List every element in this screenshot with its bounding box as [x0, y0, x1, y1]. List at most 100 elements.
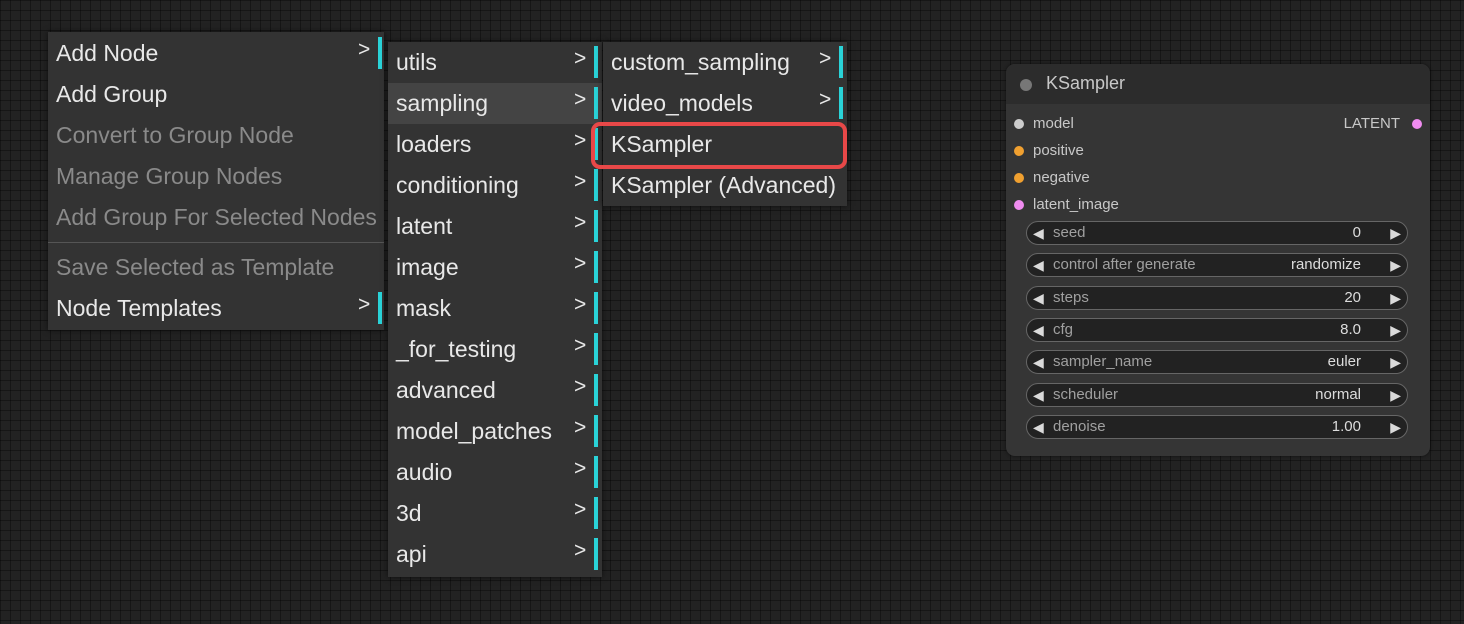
increment-arrow-icon[interactable]: ▶ — [1390, 384, 1401, 406]
widget-value[interactable]: 20 — [1344, 287, 1361, 309]
widget-sampler-name[interactable]: ◀ sampler_name euler ▶ — [1026, 350, 1408, 375]
menu-item-manage-group-nodes: Manage Group Nodes — [48, 156, 384, 197]
menu-item-label: video_models — [611, 90, 753, 116]
menu-item-model-patches[interactable]: model_patches > — [388, 411, 602, 452]
menu-item--for-testing[interactable]: _for_testing > — [388, 329, 602, 370]
submenu-indicator — [594, 497, 598, 529]
menu-separator — [48, 242, 384, 243]
menu-item-latent[interactable]: latent > — [388, 206, 602, 247]
menu-item-label: utils — [396, 49, 437, 75]
slot-label: positive — [1033, 142, 1084, 159]
decrement-arrow-icon[interactable]: ◀ — [1033, 319, 1044, 341]
increment-arrow-icon[interactable]: ▶ — [1390, 319, 1401, 341]
input-slot-latent-image[interactable]: latent_image — [1014, 194, 1119, 216]
submenu-indicator — [594, 210, 598, 242]
submenu-arrow-icon: > — [574, 539, 587, 562]
menu-item-label: latent — [396, 213, 453, 239]
menu-item-label: Add Group For Selected Nodes — [56, 204, 377, 230]
input-slot-negative[interactable]: negative — [1014, 167, 1090, 189]
decrement-arrow-icon[interactable]: ◀ — [1033, 287, 1044, 309]
menu-item-mask[interactable]: mask > — [388, 288, 602, 329]
widget-seed[interactable]: ◀ seed 0 ▶ — [1026, 221, 1408, 245]
menu-item-conditioning[interactable]: conditioning > — [388, 165, 602, 206]
slot-dot-icon[interactable] — [1412, 119, 1422, 129]
submenu-indicator — [594, 538, 598, 570]
menu-item-utils[interactable]: utils > — [388, 42, 602, 83]
menu-item-convert-to-group-node: Convert to Group Node — [48, 115, 384, 156]
slot-dot-icon[interactable] — [1014, 200, 1024, 210]
widget-name: control after generate — [1053, 256, 1196, 274]
submenu-indicator — [594, 251, 598, 283]
increment-arrow-icon[interactable]: ▶ — [1390, 287, 1401, 309]
widget-name: seed — [1053, 224, 1086, 241]
submenu-arrow-icon: > — [574, 129, 587, 152]
collapse-dot-icon[interactable] — [1020, 79, 1032, 91]
submenu-indicator — [594, 415, 598, 447]
menu-item-ksampler-advanced[interactable]: KSampler (Advanced) — [603, 165, 847, 206]
menu-item-image[interactable]: image > — [388, 247, 602, 288]
widget-value[interactable]: 8.0 — [1340, 319, 1361, 341]
widget-value[interactable]: euler — [1328, 351, 1361, 373]
increment-arrow-icon[interactable]: ▶ — [1390, 254, 1401, 276]
menu-item-label: mask — [396, 295, 451, 321]
menu-item-audio[interactable]: audio > — [388, 452, 602, 493]
menu-item-label: Node Templates — [56, 295, 222, 321]
submenu-arrow-icon: > — [574, 293, 587, 316]
menu-item-api[interactable]: api > — [388, 534, 602, 575]
submenu-arrow-icon: > — [574, 375, 587, 398]
submenu-arrow-icon: > — [574, 211, 587, 234]
menu-item-label: Save Selected as Template — [56, 254, 335, 280]
widget-value[interactable]: 0 — [1353, 222, 1361, 244]
input-slot-model[interactable]: model — [1014, 113, 1074, 135]
slot-dot-icon[interactable] — [1014, 146, 1024, 156]
widget-value[interactable]: normal — [1315, 384, 1361, 406]
submenu-indicator — [594, 292, 598, 324]
widget-name: denoise — [1053, 417, 1106, 435]
decrement-arrow-icon[interactable]: ◀ — [1033, 254, 1044, 276]
node-title-bar[interactable]: KSampler — [1006, 64, 1430, 104]
submenu-indicator — [594, 169, 598, 201]
submenu-indicator — [594, 456, 598, 488]
widget-name: steps — [1053, 288, 1089, 306]
widget-value[interactable]: 1.00 — [1332, 416, 1361, 438]
decrement-arrow-icon[interactable]: ◀ — [1033, 416, 1044, 438]
increment-arrow-icon[interactable]: ▶ — [1390, 416, 1401, 438]
decrement-arrow-icon[interactable]: ◀ — [1033, 384, 1044, 406]
submenu-indicator — [378, 292, 382, 324]
menu-item-loaders[interactable]: loaders > — [388, 124, 602, 165]
slot-label: negative — [1033, 169, 1090, 186]
submenu-indicator — [378, 37, 382, 69]
widget-scheduler[interactable]: ◀ scheduler normal ▶ — [1026, 382, 1408, 407]
decrement-arrow-icon[interactable]: ◀ — [1033, 351, 1044, 373]
input-slot-positive[interactable]: positive — [1014, 140, 1084, 162]
menu-item-label: image — [396, 254, 459, 280]
ksampler-node[interactable]: KSampler model positive negative latent_ima… — [1006, 64, 1430, 456]
menu-item-advanced[interactable]: advanced > — [388, 370, 602, 411]
widget-denoise[interactable]: ◀ denoise 1.00 ▶ — [1026, 414, 1408, 439]
submenu-arrow-icon: > — [574, 457, 587, 480]
increment-arrow-icon[interactable]: ▶ — [1390, 351, 1401, 373]
widget-control-after-generate[interactable]: ◀ control after generate randomize ▶ — [1026, 253, 1408, 278]
submenu-arrow-icon: > — [358, 38, 371, 61]
increment-arrow-icon[interactable]: ▶ — [1390, 222, 1401, 244]
widget-name: scheduler — [1053, 385, 1119, 403]
menu-item-video-models[interactable]: video_models > — [603, 83, 847, 124]
widget-value[interactable]: randomize — [1291, 254, 1361, 276]
decrement-arrow-icon[interactable]: ◀ — [1033, 222, 1044, 244]
menu-item-label: sampling — [396, 90, 489, 116]
menu-item-label: _for_testing — [396, 336, 517, 362]
menu-item-sampling[interactable]: sampling > — [388, 83, 602, 124]
slot-dot-icon[interactable] — [1014, 119, 1024, 129]
menu-item-3d[interactable]: 3d > — [388, 493, 602, 534]
widget-name: sampler_name — [1053, 353, 1153, 371]
widget-steps[interactable]: ◀ steps 20 ▶ — [1026, 285, 1408, 310]
menu-item-node-templates[interactable]: Node Templates > — [48, 288, 384, 329]
widget-cfg[interactable]: ◀ cfg 8.0 ▶ — [1026, 317, 1408, 342]
menu-item-custom-sampling[interactable]: custom_sampling > — [603, 42, 847, 83]
menu-item-add-group[interactable]: Add Group — [48, 74, 384, 115]
submenu-indicator — [594, 46, 598, 78]
slot-dot-icon[interactable] — [1014, 173, 1024, 183]
menu-item-add-node[interactable]: Add Node > — [48, 33, 384, 74]
output-slot-latent[interactable]: LATENT — [1344, 113, 1422, 135]
submenu-arrow-icon: > — [574, 498, 587, 521]
